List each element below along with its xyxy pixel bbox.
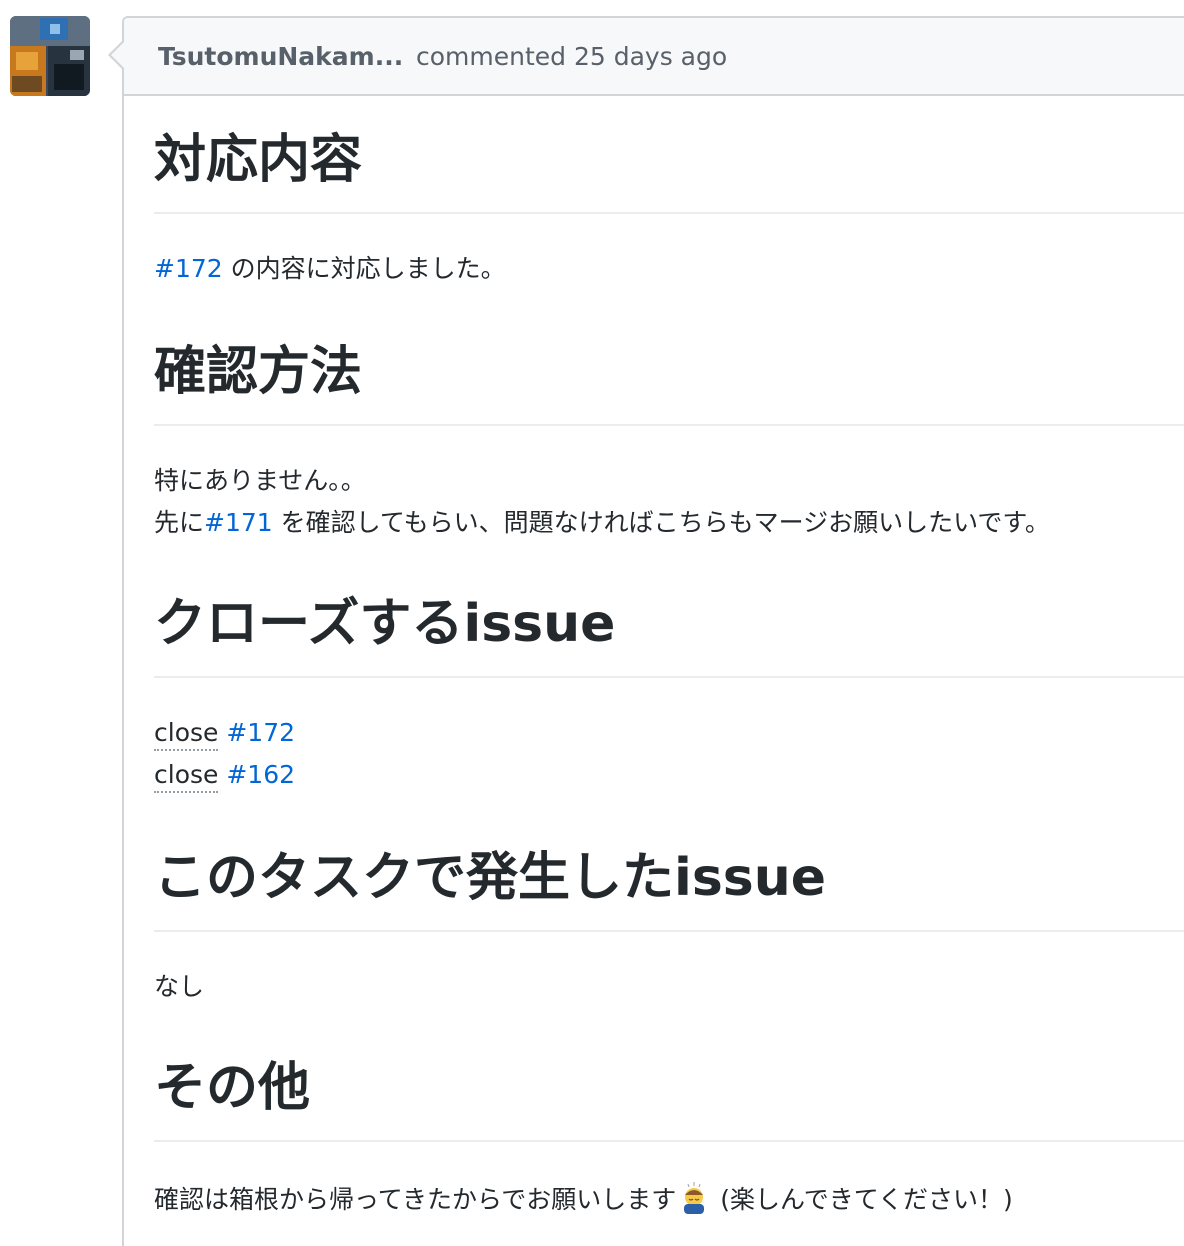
heading-divider	[154, 1140, 1184, 1142]
avatar-image	[10, 16, 90, 96]
section-5-text: 確認は箱根から帰ってきたからでお願いします (楽しんできてください！)	[154, 1182, 1013, 1214]
heading-divider	[154, 930, 1184, 932]
author-name[interactable]: TsutomuNakam...	[158, 42, 403, 71]
section-5-before: 確認は箱根から帰ってきたからでお願いします	[154, 1185, 677, 1214]
section-2-line-2: 先に#171 を確認してもらい、問題なければこちらもマージお願いしたいです。	[154, 510, 1050, 535]
heading-divider	[154, 424, 1184, 426]
issue-link-171[interactable]: #171	[204, 508, 273, 537]
section-4-text: なし	[154, 972, 205, 1001]
close-keyword[interactable]: close	[154, 718, 219, 751]
close-keyword[interactable]: close	[154, 760, 219, 793]
section-2-prefix: 先に	[154, 508, 205, 537]
heading-divider	[154, 676, 1184, 678]
heading-sonota: その他	[154, 1058, 311, 1118]
close-item: close #162	[154, 760, 295, 793]
section-1-body: の内容に対応しました。	[222, 254, 506, 283]
issue-link-172[interactable]: #172	[226, 718, 295, 747]
comment-timestamp[interactable]: commented 25 days ago	[416, 42, 727, 71]
comment-header: TsutomuNakam... commented 25 days ago	[124, 18, 1184, 96]
comment-caret-fill	[111, 42, 124, 68]
section-2-suffix: を確認してもらい、問題なければこちらもマージお願いしたいです。	[272, 508, 1050, 537]
bowing-person-emoji	[678, 1182, 710, 1214]
comment-page: TsutomuNakam... commented 25 days ago 対応…	[0, 0, 1184, 1246]
avatar[interactable]	[10, 16, 90, 96]
section-5-after: (楽しんできてください！)	[712, 1185, 1013, 1214]
issue-link-172[interactable]: #172	[154, 254, 223, 283]
heading-divider	[154, 212, 1184, 214]
heading-closing-issues: クローズするissue	[154, 594, 616, 654]
heading-kakunin-houhou: 確認方法	[154, 342, 363, 402]
section-2-line-1: 特にありません。。	[154, 466, 366, 495]
section-1-text: #172 の内容に対応しました。	[154, 256, 506, 281]
close-item: close #172	[154, 718, 295, 751]
issue-link-162[interactable]: #162	[226, 760, 295, 789]
heading-generated-issues: このタスクで発生したissue	[154, 848, 827, 908]
heading-taiou-naiyou: 対応内容	[154, 130, 363, 190]
